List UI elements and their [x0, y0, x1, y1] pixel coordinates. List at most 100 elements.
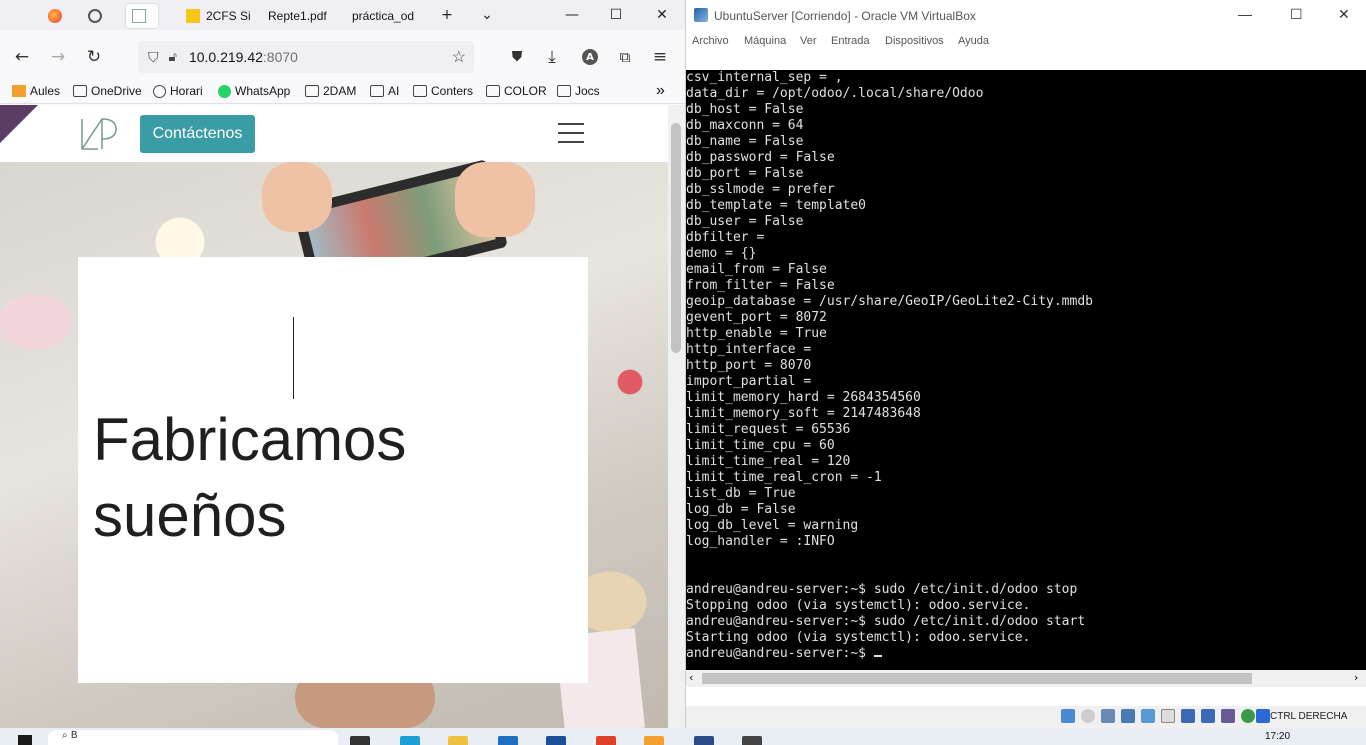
shared-folders-icon[interactable]	[1161, 709, 1175, 723]
page-scrollbar[interactable]	[668, 105, 685, 728]
scroll-left-icon[interactable]: ‹	[689, 671, 693, 684]
bookmark-jocs[interactable]: Jocs	[557, 82, 600, 100]
bookmark-aules[interactable]: Aules	[12, 82, 60, 100]
downloads-button[interactable]: ⤓	[539, 44, 565, 70]
tab-chatgpt[interactable]	[88, 4, 108, 28]
usb-icon[interactable]	[1141, 709, 1155, 723]
vm-terminal[interactable]: csv_internal_sep = , data_dir = /opt/odoo…	[686, 70, 1366, 670]
tab-firefox[interactable]	[48, 4, 68, 28]
more-bookmarks-button[interactable]: »	[656, 82, 665, 100]
audio-icon[interactable]	[1101, 709, 1115, 723]
store-icon[interactable]	[498, 736, 518, 745]
url-bar[interactable]: ⛉ 🔓︎ 10.0.219.42:8070 ☆	[138, 41, 474, 73]
scrollbar-thumb[interactable]	[671, 123, 681, 353]
menu-ver[interactable]: Ver	[800, 35, 817, 47]
virtualbox-taskbar-icon[interactable]	[694, 736, 714, 745]
hero-headline[interactable]: Fabricamos sueños	[93, 402, 406, 554]
mouse-integration-icon[interactable]	[1241, 709, 1255, 723]
list-tabs-button[interactable]: ⌄	[473, 4, 501, 26]
minimize-icon: —	[565, 7, 579, 23]
task-view-icon[interactable]	[350, 736, 370, 745]
windows-start-icon[interactable]	[18, 735, 32, 745]
menu-ayuda[interactable]: Ayuda	[958, 35, 989, 47]
forward-button[interactable]: →	[45, 44, 71, 70]
site-logo[interactable]	[78, 113, 118, 153]
bookmark-whatsapp[interactable]: WhatsApp	[218, 82, 290, 100]
firefox-taskbar-icon[interactable]	[644, 736, 664, 745]
tab-practica[interactable]: práctica_od	[352, 4, 414, 28]
bookmark-color[interactable]: COLOR	[486, 82, 547, 100]
firefox-window: 2CFS Si Repte1.pdf práctica_od + ⌄ — ☐ ✕…	[0, 0, 685, 728]
vbox-maximize-button[interactable]: ☐	[1290, 6, 1303, 23]
minimize-button[interactable]: —	[558, 4, 586, 26]
explorer-icon[interactable]	[448, 736, 468, 745]
menu-dispositivos[interactable]: Dispositivos	[885, 35, 944, 47]
vbox-minimize-button[interactable]: —	[1238, 6, 1252, 22]
hard-disk-icon[interactable]	[1061, 709, 1075, 723]
tab-2cfs[interactable]: 2CFS Si	[186, 4, 251, 28]
terminal-hscrollbar[interactable]: ‹ ›	[686, 670, 1366, 687]
account-button[interactable]: A	[577, 44, 603, 70]
terminal-line: andreu@andreu-server:~$	[686, 646, 1366, 662]
display-icon[interactable]	[1181, 709, 1195, 723]
terminal-line: demo = {}	[686, 246, 757, 261]
taskbar-clock[interactable]: 17:20	[1265, 731, 1290, 742]
app-icon[interactable]	[742, 736, 762, 745]
taskbar-search[interactable]: ⌕ B	[48, 730, 338, 745]
bookmark-label: WhatsApp	[235, 84, 291, 98]
recording-icon[interactable]	[1201, 709, 1215, 723]
edge-icon[interactable]	[400, 736, 420, 745]
tab-repte1[interactable]: Repte1.pdf	[268, 4, 327, 28]
bookmark-label: Conters	[431, 84, 474, 98]
keyboard-capture-icon[interactable]	[1256, 709, 1270, 723]
mail-icon[interactable]	[546, 736, 566, 745]
menu-archivo[interactable]: Archivo	[692, 35, 729, 47]
terminal-line: csv_internal_sep = ,	[686, 70, 843, 85]
network-icon[interactable]	[1121, 709, 1135, 723]
terminal-line: log_handler = :INFO	[686, 534, 835, 549]
moodle-icon	[12, 85, 26, 97]
extensions-button[interactable]: ⧉	[612, 44, 638, 70]
menu-entrada[interactable]: Entrada	[831, 35, 870, 47]
hero-text-card: Fabricamos sueños	[78, 257, 588, 683]
bookmark-label: COLOR	[504, 84, 547, 98]
optical-drive-icon[interactable]	[1081, 709, 1095, 723]
menu-button[interactable]: ≡	[647, 44, 673, 70]
chatgpt-icon	[88, 9, 102, 23]
site-menu-toggle[interactable]	[558, 123, 584, 143]
bookmark-horari[interactable]: Horari	[153, 82, 203, 100]
contact-button[interactable]: Contáctenos	[140, 115, 255, 153]
tab-label: Repte1.pdf	[268, 9, 327, 23]
scroll-right-icon[interactable]: ›	[1354, 671, 1358, 684]
bookmark-label: Horari	[170, 84, 203, 98]
vbox-status-bar: CTRL DERECHA	[686, 706, 1366, 728]
bookmark-2dam[interactable]: 2DAM	[305, 82, 356, 100]
new-tab-button[interactable]: +	[433, 4, 461, 26]
text-caret	[293, 317, 294, 399]
bookmark-conters[interactable]: Conters	[413, 82, 473, 100]
search-placeholder: B	[70, 730, 78, 741]
menu-maquina[interactable]: Máquina	[744, 35, 786, 47]
pocket-button[interactable]: ⛊	[504, 44, 530, 70]
folder-icon	[413, 85, 427, 97]
reload-button[interactable]: ↻	[81, 44, 107, 70]
edit-corner-marker[interactable]	[0, 105, 38, 143]
cpu-icon[interactable]	[1221, 709, 1235, 723]
maximize-button[interactable]: ☐	[602, 4, 630, 26]
bookmark-onedrive[interactable]: OneDrive	[73, 82, 142, 100]
hero-hand-image	[455, 162, 535, 237]
terminal-line: log_db_level = warning	[686, 518, 859, 533]
app-icon[interactable]	[596, 736, 616, 745]
close-button[interactable]: ✕	[648, 4, 676, 26]
maximize-icon: ☐	[609, 7, 623, 23]
bookmark-ai[interactable]: AI	[370, 82, 399, 100]
bookmark-star-icon[interactable]: ☆	[452, 47, 466, 67]
tab-active-site[interactable]	[126, 4, 158, 28]
pocket-icon: ⛊	[511, 49, 523, 65]
vbox-close-button[interactable]: ✕	[1338, 6, 1350, 23]
terminal-line: db_password = False	[686, 150, 835, 165]
scrollbar-thumb[interactable]	[702, 673, 1252, 684]
terminal-line: limit_time_real = 120	[686, 454, 851, 469]
back-button[interactable]: ←	[9, 44, 35, 70]
